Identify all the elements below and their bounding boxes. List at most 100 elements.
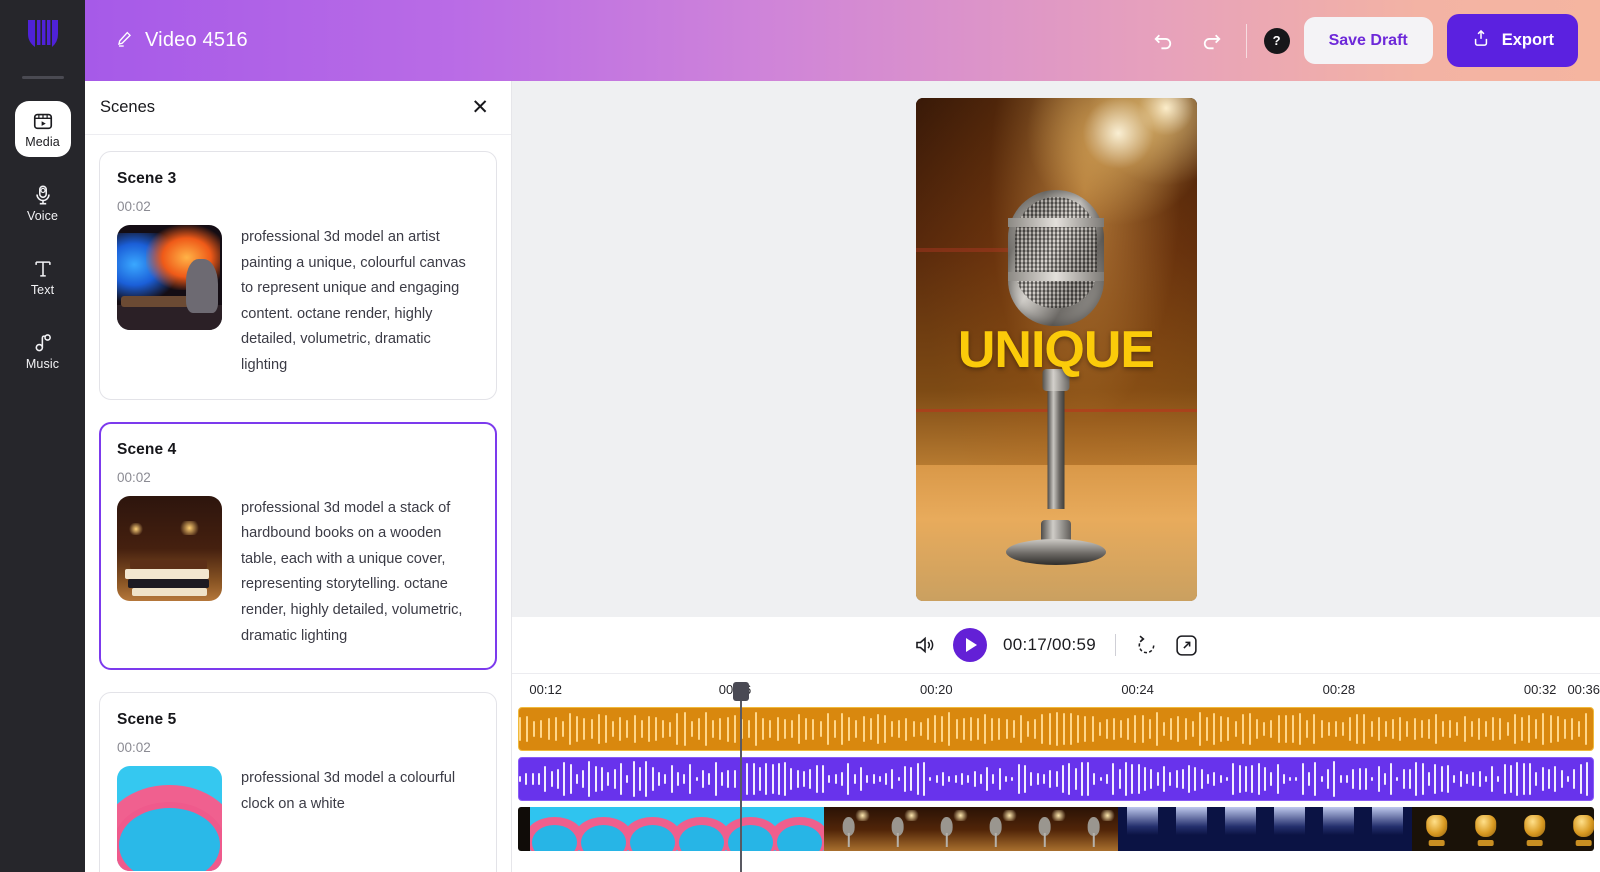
music-note-icon: [32, 332, 54, 354]
waveform-bar: [1365, 768, 1367, 791]
waveform-bar: [956, 719, 958, 739]
close-icon[interactable]: ✕: [471, 97, 489, 118]
scene-prompt[interactable]: professional 3d model an artist painting…: [241, 225, 479, 379]
scene-prompt[interactable]: professional 3d model a colourful clock …: [241, 766, 479, 871]
waveform-bar: [648, 716, 650, 741]
waveform-bar: [1125, 762, 1127, 796]
waveform-bar: [827, 713, 829, 746]
waveform-bar: [1131, 764, 1133, 793]
waveform-bar: [1084, 716, 1086, 743]
video-clip-frame[interactable]: [1020, 807, 1069, 851]
expand-icon[interactable]: [1174, 633, 1199, 658]
waveform-bar: [641, 720, 643, 737]
video-clip-frame[interactable]: [1363, 807, 1412, 851]
help-button[interactable]: ?: [1264, 28, 1290, 54]
artist-painting-thumb[interactable]: [117, 225, 222, 330]
waveform-bar: [1529, 763, 1531, 795]
restart-icon[interactable]: [1135, 634, 1158, 657]
waveform-bar: [1056, 712, 1058, 745]
video-clip-frame[interactable]: [1510, 807, 1559, 851]
export-button[interactable]: Export: [1447, 14, 1578, 67]
page-title: Video 4516: [145, 29, 248, 52]
document-title-group[interactable]: Video 4516: [115, 29, 248, 53]
waveform-bar: [1034, 719, 1036, 738]
waveform-bar: [721, 772, 723, 785]
waveform-bar: [791, 720, 793, 737]
waveform-bar: [619, 717, 621, 741]
waveform-bar: [1521, 717, 1523, 740]
video-clip-frame[interactable]: [824, 807, 873, 851]
video-clip-frame[interactable]: [873, 807, 922, 851]
scene-card[interactable]: Scene 3 00:02 professional 3d model an a…: [99, 151, 497, 400]
timeline[interactable]: 00:1200:1600:2000:2400:2800:3200:36: [512, 673, 1600, 872]
waveform-bar: [784, 719, 786, 740]
waveform-bar: [1177, 716, 1179, 742]
video-clip-frame[interactable]: [775, 807, 824, 851]
sidebar-item-media[interactable]: Media: [15, 101, 71, 157]
caption-overlay[interactable]: UNIQUE: [916, 324, 1197, 376]
video-clip-frame[interactable]: [579, 807, 628, 851]
colourful-clock-thumb[interactable]: [117, 766, 222, 871]
waveform-bar: [1239, 765, 1241, 794]
microphone-icon: [32, 184, 54, 206]
video-clip-frame[interactable]: [922, 807, 971, 851]
waveform-bar: [936, 775, 938, 783]
video-clip-frame[interactable]: [677, 807, 726, 851]
video-clip-frame[interactable]: [1265, 807, 1314, 851]
video-track[interactable]: [518, 807, 1594, 851]
video-preview[interactable]: UNIQUE: [916, 98, 1197, 601]
video-clip-frame[interactable]: [1069, 807, 1118, 851]
export-label: Export: [1502, 31, 1554, 50]
video-clip-frame[interactable]: [1167, 807, 1216, 851]
hardbound-books-thumb[interactable]: [117, 496, 222, 601]
waveform-bar: [519, 717, 521, 741]
scenes-list[interactable]: Scene 3 00:02 professional 3d model an a…: [85, 135, 511, 872]
waveform-bar: [1256, 719, 1258, 738]
video-clip-frame[interactable]: [530, 807, 579, 851]
video-clip-frame[interactable]: [726, 807, 775, 851]
video-clip-frame[interactable]: [1216, 807, 1265, 851]
waveform-bar: [1535, 719, 1537, 740]
brand-logo-icon[interactable]: [0, 0, 85, 68]
sidebar-item-music[interactable]: Music: [15, 323, 71, 379]
waveform-bar: [1414, 718, 1416, 739]
scene-body: professional 3d model a stack of hardbou…: [117, 496, 479, 650]
video-clip-frame[interactable]: [1412, 807, 1461, 851]
save-draft-button[interactable]: Save Draft: [1304, 17, 1433, 64]
text-t-icon: [32, 258, 54, 280]
waveform-bar: [920, 722, 922, 737]
pencil-icon[interactable]: [115, 29, 134, 53]
waveform-bar: [1081, 762, 1083, 795]
video-clip-frame[interactable]: [518, 807, 530, 851]
video-clip-frame[interactable]: [1559, 807, 1594, 851]
video-clip-frame[interactable]: [1461, 807, 1510, 851]
speaker-icon[interactable]: [913, 633, 937, 657]
app-header: Video 4516 ? Save Draft: [85, 0, 1600, 81]
video-clip-frame[interactable]: [971, 807, 1020, 851]
waveform-bar: [1550, 715, 1552, 743]
play-icon[interactable]: [953, 628, 987, 662]
sidebar-item-text[interactable]: Text: [15, 249, 71, 305]
waveform-bar: [777, 717, 779, 742]
waveform-bar: [1113, 718, 1115, 739]
waveform-bar: [1213, 772, 1215, 786]
scene-card[interactable]: Scene 5 00:02 professional 3d model a co…: [99, 692, 497, 872]
music-track[interactable]: [518, 707, 1594, 751]
waveform-bar: [967, 775, 969, 782]
sidebar-item-voice[interactable]: Voice: [15, 175, 71, 231]
video-clip-frame[interactable]: [1118, 807, 1167, 851]
timeline-ruler[interactable]: 00:1200:1600:2000:2400:2800:3200:36: [512, 674, 1600, 707]
waveform-bar: [1185, 718, 1187, 741]
scene-card[interactable]: Scene 4 00:02 professional 3d model a st…: [99, 422, 497, 671]
playhead-handle[interactable]: [733, 682, 749, 701]
playhead[interactable]: [740, 696, 742, 872]
undo-icon[interactable]: [1147, 24, 1181, 58]
waveform-bar: [538, 773, 540, 785]
waveform-bar: [1485, 776, 1487, 783]
video-clip-frame[interactable]: [1314, 807, 1363, 851]
waveform-bar: [1270, 772, 1272, 786]
voiceover-track[interactable]: [518, 757, 1594, 801]
redo-icon[interactable]: [1195, 24, 1229, 58]
scene-prompt[interactable]: professional 3d model a stack of hardbou…: [241, 496, 479, 650]
video-clip-frame[interactable]: [628, 807, 677, 851]
